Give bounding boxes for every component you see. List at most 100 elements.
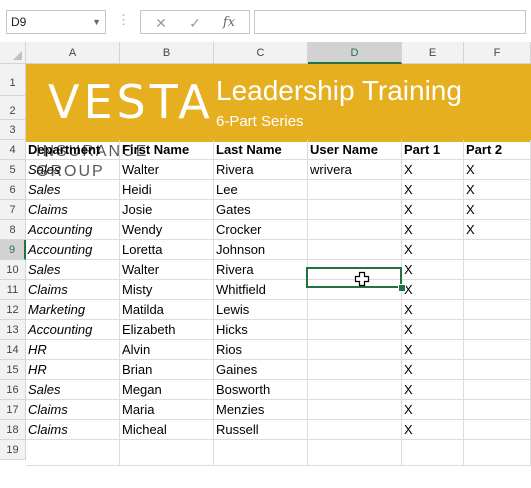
column-title-cell[interactable]: Part 1 xyxy=(402,140,464,160)
cancel-icon[interactable]: ✕ xyxy=(149,13,173,33)
table-cell[interactable] xyxy=(308,400,402,420)
column-header-b[interactable]: B xyxy=(120,42,214,64)
table-cell[interactable]: X xyxy=(464,200,531,220)
table-cell[interactable]: X xyxy=(402,320,464,340)
table-cell[interactable]: Claims xyxy=(26,200,120,220)
row-header-1[interactable]: 1 xyxy=(0,64,26,96)
table-cell[interactable]: Heidi xyxy=(120,180,214,200)
table-cell[interactable]: HR xyxy=(26,340,120,360)
table-cell[interactable]: Lewis xyxy=(214,300,308,320)
table-cell[interactable] xyxy=(308,320,402,340)
column-header-a[interactable]: A xyxy=(26,42,120,64)
row-header-16[interactable]: 16 xyxy=(0,380,26,400)
table-cell[interactable]: Menzies xyxy=(214,400,308,420)
table-cell[interactable]: wrivera xyxy=(308,160,402,180)
empty-cell[interactable] xyxy=(308,440,402,466)
column-header-d[interactable]: D xyxy=(308,42,402,64)
empty-cell[interactable] xyxy=(214,440,308,466)
row-header-3[interactable]: 3 xyxy=(0,120,26,140)
table-cell[interactable]: Bosworth xyxy=(214,380,308,400)
row-header-18[interactable]: 18 xyxy=(0,420,26,440)
table-cell[interactable] xyxy=(308,300,402,320)
row-header-9[interactable]: 9 xyxy=(0,240,26,260)
row-header-12[interactable]: 12 xyxy=(0,300,26,320)
table-cell[interactable]: X xyxy=(402,400,464,420)
table-cell[interactable]: X xyxy=(402,360,464,380)
table-cell[interactable]: Crocker xyxy=(214,220,308,240)
name-box[interactable]: D9 ▼ xyxy=(6,10,106,34)
table-cell[interactable]: X xyxy=(402,200,464,220)
table-cell[interactable]: Loretta xyxy=(120,240,214,260)
table-cell[interactable]: X xyxy=(402,420,464,440)
row-header-19[interactable]: 19 xyxy=(0,440,26,460)
table-cell[interactable]: X xyxy=(402,260,464,280)
table-cell[interactable]: Claims xyxy=(26,400,120,420)
table-cell[interactable]: Sales xyxy=(26,160,120,180)
insert-function-icon[interactable]: fx xyxy=(217,13,241,33)
column-title-cell[interactable]: First Name xyxy=(120,140,214,160)
table-cell[interactable] xyxy=(308,340,402,360)
table-cell[interactable]: Marketing xyxy=(26,300,120,320)
table-cell[interactable]: Sales xyxy=(26,380,120,400)
table-cell[interactable] xyxy=(464,340,531,360)
table-cell[interactable]: X xyxy=(402,180,464,200)
row-header-10[interactable]: 10 xyxy=(0,260,26,280)
table-cell[interactable] xyxy=(308,420,402,440)
table-cell[interactable]: Alvin xyxy=(120,340,214,360)
row-header-2[interactable]: 2 xyxy=(0,96,26,120)
empty-cell[interactable] xyxy=(402,440,464,466)
table-cell[interactable]: Rivera xyxy=(214,160,308,180)
table-cell[interactable]: HR xyxy=(26,360,120,380)
table-cell[interactable] xyxy=(464,300,531,320)
table-cell[interactable]: X xyxy=(402,240,464,260)
table-cell[interactable] xyxy=(464,380,531,400)
column-header-e[interactable]: E xyxy=(402,42,464,64)
table-cell[interactable]: X xyxy=(464,220,531,240)
table-cell[interactable] xyxy=(464,320,531,340)
row-header-6[interactable]: 6 xyxy=(0,180,26,200)
table-cell[interactable]: Claims xyxy=(26,420,120,440)
column-title-cell[interactable]: Last Name xyxy=(214,140,308,160)
table-cell[interactable]: X xyxy=(402,160,464,180)
table-cell[interactable]: Maria xyxy=(120,400,214,420)
row-header-4[interactable]: 4 xyxy=(0,140,26,160)
empty-cell[interactable] xyxy=(464,440,531,466)
table-cell[interactable]: Matilda xyxy=(120,300,214,320)
column-title-cell[interactable]: Part 2 xyxy=(464,140,531,160)
table-cell[interactable]: Johnson xyxy=(214,240,308,260)
table-cell[interactable]: Claims xyxy=(26,280,120,300)
table-cell[interactable]: Brian xyxy=(120,360,214,380)
row-header-11[interactable]: 11 xyxy=(0,280,26,300)
table-cell[interactable] xyxy=(464,360,531,380)
table-cell[interactable]: Whitfield xyxy=(214,280,308,300)
table-cell[interactable]: Walter xyxy=(120,260,214,280)
table-cell[interactable]: Russell xyxy=(214,420,308,440)
table-cell[interactable]: X xyxy=(402,380,464,400)
table-cell[interactable] xyxy=(308,380,402,400)
table-cell[interactable]: X xyxy=(402,280,464,300)
row-header-5[interactable]: 5 xyxy=(0,160,26,180)
formula-input[interactable] xyxy=(254,10,526,34)
column-title-cell[interactable]: User Name xyxy=(308,140,402,160)
fill-handle[interactable] xyxy=(398,284,406,292)
table-cell[interactable]: Hicks xyxy=(214,320,308,340)
table-cell[interactable] xyxy=(308,200,402,220)
table-cell[interactable]: Lee xyxy=(214,180,308,200)
table-cell[interactable]: Sales xyxy=(26,260,120,280)
table-cell[interactable]: X xyxy=(402,300,464,320)
empty-cell[interactable] xyxy=(26,440,120,466)
table-cell[interactable]: Misty xyxy=(120,280,214,300)
table-cell[interactable]: X xyxy=(464,160,531,180)
row-header-17[interactable]: 17 xyxy=(0,400,26,420)
table-cell[interactable]: X xyxy=(464,180,531,200)
table-cell[interactable] xyxy=(464,420,531,440)
row-header-14[interactable]: 14 xyxy=(0,340,26,360)
table-cell[interactable] xyxy=(308,180,402,200)
table-cell[interactable] xyxy=(308,220,402,240)
row-header-15[interactable]: 15 xyxy=(0,360,26,380)
table-cell[interactable]: Sales xyxy=(26,180,120,200)
table-cell[interactable]: Rivera xyxy=(214,260,308,280)
table-cell[interactable] xyxy=(308,240,402,260)
select-all-button[interactable] xyxy=(0,42,26,64)
column-title-cell[interactable]: Department xyxy=(26,140,120,160)
